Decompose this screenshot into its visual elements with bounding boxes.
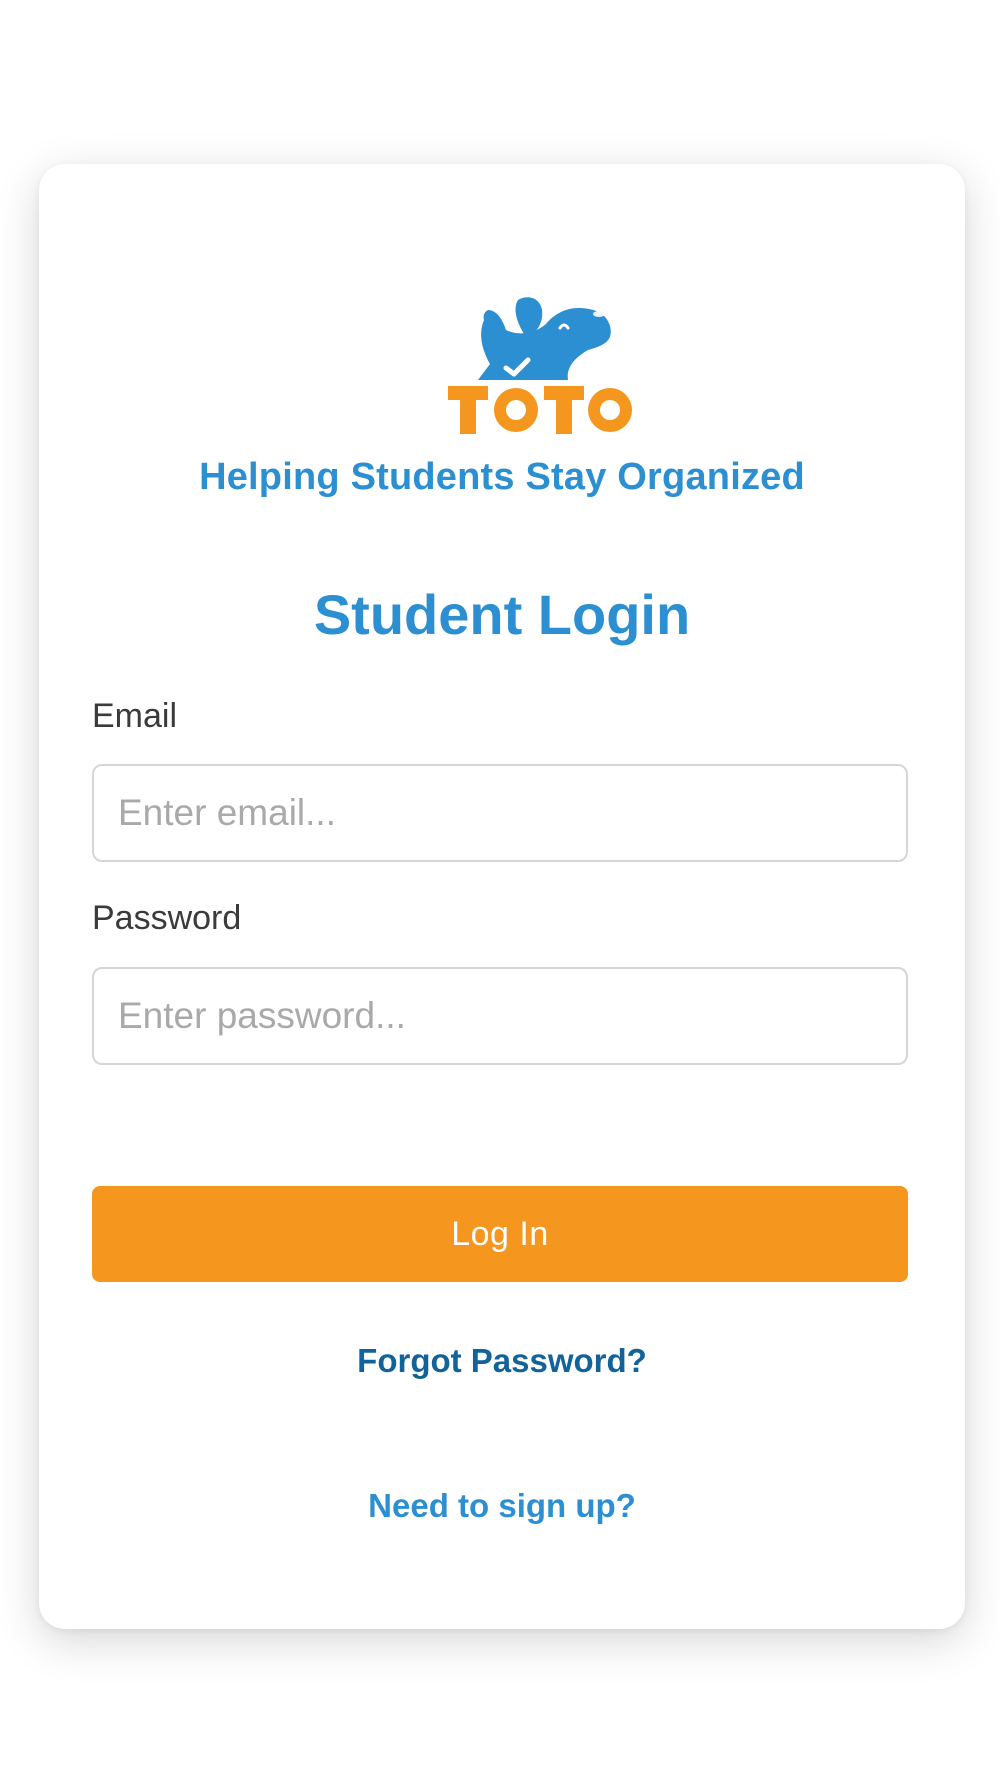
toto-logo [448, 294, 634, 440]
signup-link[interactable]: Need to sign up? [39, 1487, 965, 1525]
dog-mascot-icon [448, 297, 632, 434]
login-card: Helping Students Stay Organized Student … [39, 164, 965, 1629]
forgot-password-link[interactable]: Forgot Password? [39, 1342, 965, 1380]
email-field[interactable] [92, 764, 908, 862]
password-field[interactable] [92, 967, 908, 1065]
password-label: Password [92, 899, 242, 937]
page-title: Student Login [313, 583, 691, 646]
login-button[interactable]: Log In [92, 1186, 908, 1282]
email-label: Email [92, 697, 178, 735]
tagline: Helping Students Stay Organized [199, 456, 805, 498]
